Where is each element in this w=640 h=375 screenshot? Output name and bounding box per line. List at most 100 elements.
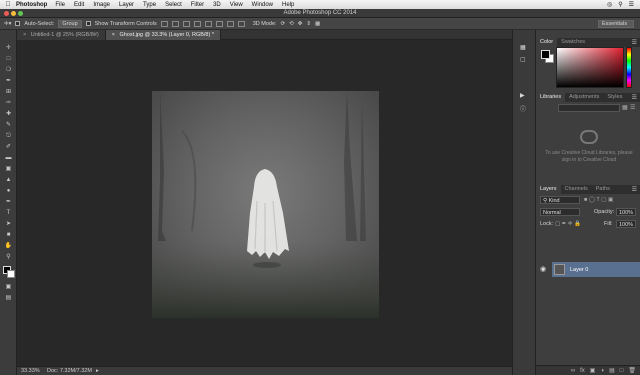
- menu-3d[interactable]: 3D: [213, 2, 221, 8]
- library-select[interactable]: [558, 104, 620, 112]
- align-right-icon[interactable]: [215, 20, 223, 27]
- tab-layers[interactable]: Layers: [536, 185, 561, 194]
- blur-tool-icon[interactable]: ▲: [3, 176, 14, 184]
- close-window-icon[interactable]: [4, 11, 9, 16]
- menu-image[interactable]: Image: [93, 2, 110, 8]
- list-icon[interactable]: ☰: [629, 1, 634, 8]
- menu-app-name[interactable]: Photoshop: [16, 2, 47, 8]
- align-left-icon[interactable]: [193, 20, 201, 27]
- menu-help[interactable]: Help: [282, 2, 294, 8]
- eyedropper-tool-icon[interactable]: ✑: [3, 99, 14, 107]
- tab-adjustments[interactable]: Adjustments: [565, 93, 603, 102]
- history-panel-icon[interactable]: ▦: [520, 44, 526, 51]
- auto-select-checkbox[interactable]: [15, 21, 21, 26]
- tab-libraries[interactable]: Libraries: [536, 93, 566, 102]
- show-transform-checkbox[interactable]: [85, 21, 91, 26]
- workspace-switcher[interactable]: Essentials: [598, 20, 634, 28]
- actions-panel-icon[interactable]: ▶: [520, 92, 525, 99]
- close-tab-icon[interactable]: ×: [23, 32, 26, 38]
- doc-size-info[interactable]: Doc: 7.32M/7.32M: [37, 368, 92, 374]
- path-selection-tool-icon[interactable]: ➤: [3, 220, 14, 228]
- lasso-tool-icon[interactable]: ❍: [3, 66, 14, 74]
- new-group-icon[interactable]: ▤: [609, 367, 615, 374]
- move-tool-preset-icon[interactable]: ✛▾: [4, 21, 11, 27]
- brush-tool-icon[interactable]: ✎: [3, 121, 14, 129]
- tab-channels[interactable]: Channels: [561, 185, 592, 194]
- blend-mode-dropdown[interactable]: Normal: [540, 208, 580, 216]
- layer-filter-dropdown[interactable]: ⚲ Kind: [540, 196, 580, 204]
- color-spectrum-field[interactable]: [556, 47, 624, 88]
- crop-tool-icon[interactable]: ⊞: [3, 88, 14, 96]
- background-color-swatch[interactable]: [7, 270, 15, 278]
- pen-tool-icon[interactable]: ✒: [3, 198, 14, 206]
- wifi-icon[interactable]: ◎: [607, 1, 612, 8]
- rectangle-tool-icon[interactable]: ■: [3, 231, 14, 239]
- menu-view[interactable]: View: [230, 2, 243, 8]
- 3d-slide-icon[interactable]: ⇕: [306, 21, 311, 27]
- align-middle-icon[interactable]: [171, 20, 179, 27]
- tab-untitled-1[interactable]: × Untitled-1 @ 25% (RGB/8#): [17, 30, 106, 40]
- type-tool-icon[interactable]: T: [3, 209, 14, 217]
- lock-options-icons[interactable]: ▢ ✒ ✛ 🔒: [555, 220, 581, 228]
- search-icon[interactable]: ⚲: [618, 1, 622, 8]
- library-view-icon[interactable]: ▦: [622, 104, 628, 111]
- apple-menu-icon[interactable]: : [0, 1, 16, 8]
- auto-select-dropdown[interactable]: Group: [58, 19, 82, 28]
- move-tool-icon[interactable]: ✛: [3, 44, 14, 52]
- menu-layer[interactable]: Layer: [119, 2, 134, 8]
- distribute-icon[interactable]: [226, 20, 234, 27]
- dodge-tool-icon[interactable]: ●: [3, 187, 14, 195]
- layer-style-icon[interactable]: fx: [580, 368, 585, 374]
- clone-stamp-tool-icon[interactable]: ⎋: [3, 132, 14, 140]
- status-arrow-icon[interactable]: ▸: [96, 368, 99, 374]
- adjustment-layer-icon[interactable]: ◑: [600, 368, 604, 374]
- document-canvas[interactable]: [152, 91, 379, 318]
- properties-panel-icon[interactable]: ▢: [520, 56, 526, 63]
- 3d-roll-icon[interactable]: ⟲: [289, 21, 294, 27]
- tab-paths[interactable]: Paths: [592, 185, 614, 194]
- layer-name[interactable]: Layer 0: [570, 267, 588, 273]
- menu-file[interactable]: File: [55, 2, 65, 8]
- link-layers-icon[interactable]: ∞: [571, 368, 575, 374]
- 3d-orbit-icon[interactable]: ⟳: [281, 21, 286, 27]
- eraser-tool-icon[interactable]: ▬: [3, 154, 14, 162]
- marquee-tool-icon[interactable]: □: [3, 55, 14, 63]
- new-layer-icon[interactable]: □: [620, 368, 624, 374]
- align-center-icon[interactable]: [204, 20, 212, 27]
- opacity-field[interactable]: 100%: [616, 208, 636, 216]
- history-brush-tool-icon[interactable]: ✐: [3, 143, 14, 151]
- layer-filter-icons[interactable]: ■ ◯ T ▢ ▣: [584, 196, 613, 204]
- align-top-icon[interactable]: [160, 20, 168, 27]
- quick-select-tool-icon[interactable]: ✒: [3, 77, 14, 85]
- add-mask-icon[interactable]: ▣: [590, 367, 596, 374]
- quick-mask-icon[interactable]: ▣: [3, 283, 14, 291]
- 3d-pan-icon[interactable]: ✥: [298, 21, 303, 27]
- hue-slider[interactable]: [626, 47, 632, 88]
- menu-edit[interactable]: Edit: [74, 2, 84, 8]
- hand-tool-icon[interactable]: ✋: [3, 242, 14, 250]
- menu-filter[interactable]: Filter: [191, 2, 204, 8]
- minimize-window-icon[interactable]: [11, 11, 16, 16]
- zoom-level[interactable]: 33.33%: [17, 368, 40, 374]
- panel-menu-icon[interactable]: ☰: [632, 186, 637, 193]
- gradient-tool-icon[interactable]: ▣: [3, 165, 14, 173]
- layer-visibility-eye-icon[interactable]: ◉: [540, 265, 546, 273]
- layer-row[interactable]: Layer 0: [552, 262, 640, 277]
- library-list-icon[interactable]: ☰: [630, 104, 635, 111]
- 3d-scale-icon[interactable]: ▦: [315, 21, 320, 27]
- distribute-horizontal-icon[interactable]: [237, 20, 245, 27]
- menu-window[interactable]: Window: [252, 2, 273, 8]
- zoom-tool-icon[interactable]: ⚲: [3, 253, 14, 261]
- panel-menu-icon[interactable]: ☰: [632, 94, 637, 101]
- screen-mode-icon[interactable]: ▤: [3, 294, 14, 302]
- color-foreground-swatch[interactable]: [541, 50, 550, 59]
- tab-color[interactable]: Color: [536, 38, 558, 47]
- tab-styles[interactable]: Styles: [603, 93, 626, 102]
- align-bottom-icon[interactable]: [182, 20, 190, 27]
- tab-swatches[interactable]: Swatches: [557, 38, 589, 47]
- healing-brush-tool-icon[interactable]: ✚: [3, 110, 14, 118]
- zoom-window-icon[interactable]: [18, 11, 23, 16]
- tab-ghost-jpg[interactable]: × Ghost.jpg @ 33.3% (Layer 0, RGB/8) *: [105, 30, 221, 40]
- menu-select[interactable]: Select: [165, 2, 182, 8]
- fill-field[interactable]: 100%: [616, 220, 636, 228]
